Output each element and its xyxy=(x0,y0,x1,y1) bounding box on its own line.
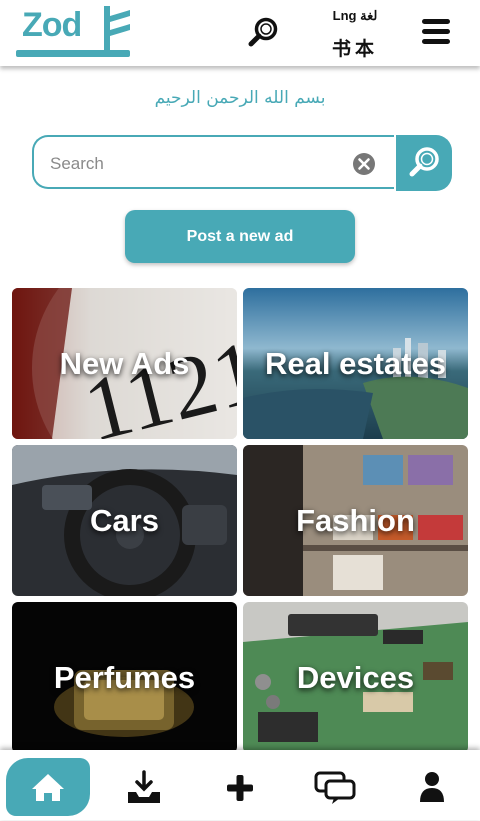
category-label: Perfumes xyxy=(53,659,196,695)
category-label: Cars xyxy=(90,502,159,538)
top-header: Zod Lng لغة 书本 xyxy=(0,0,480,66)
post-new-ad-button[interactable]: Post a new ad xyxy=(125,210,355,263)
plus-icon[interactable] xyxy=(224,772,256,804)
logo-text: Zod xyxy=(22,6,82,44)
logo-underline xyxy=(16,50,130,57)
category-tile-devices[interactable]: Devices xyxy=(243,602,468,753)
search-icon[interactable] xyxy=(246,16,280,50)
bismillah-text: بسم الله الرحمن الرحيم xyxy=(154,88,326,108)
category-tile-fashion[interactable]: Fashion xyxy=(243,445,468,596)
search-button-icon xyxy=(409,147,439,177)
user-icon[interactable] xyxy=(418,770,446,804)
nav-home-button[interactable] xyxy=(6,758,90,816)
category-label: Fashion xyxy=(296,502,415,538)
search-field-frame xyxy=(32,135,394,189)
home-icon xyxy=(32,774,64,801)
category-tile-perfumes[interactable]: Perfumes xyxy=(12,602,237,753)
category-label: New Ads xyxy=(59,345,190,381)
inbox-download-icon[interactable] xyxy=(124,770,164,806)
category-tile-cars[interactable]: Cars xyxy=(12,445,237,596)
category-label: Devices xyxy=(296,659,415,695)
language-switch-label[interactable]: Lng لغة xyxy=(325,8,385,24)
search-input[interactable] xyxy=(48,149,342,179)
category-tile-real-estates[interactable]: Real estates xyxy=(243,288,468,439)
category-label: Real estates xyxy=(265,345,446,381)
logo-mark-icon xyxy=(104,6,130,52)
chat-icon[interactable] xyxy=(314,770,358,806)
bottom-navigation xyxy=(0,750,480,820)
clear-search-icon[interactable] xyxy=(352,152,376,176)
language-switch-chinese[interactable]: 书本 xyxy=(325,34,385,61)
category-tile-new-ads[interactable]: 1121 New Ads xyxy=(12,288,237,439)
search-bar xyxy=(32,135,452,191)
app-logo[interactable]: Zod xyxy=(14,2,132,60)
hamburger-menu-icon[interactable] xyxy=(420,16,452,48)
search-button[interactable] xyxy=(396,135,452,191)
